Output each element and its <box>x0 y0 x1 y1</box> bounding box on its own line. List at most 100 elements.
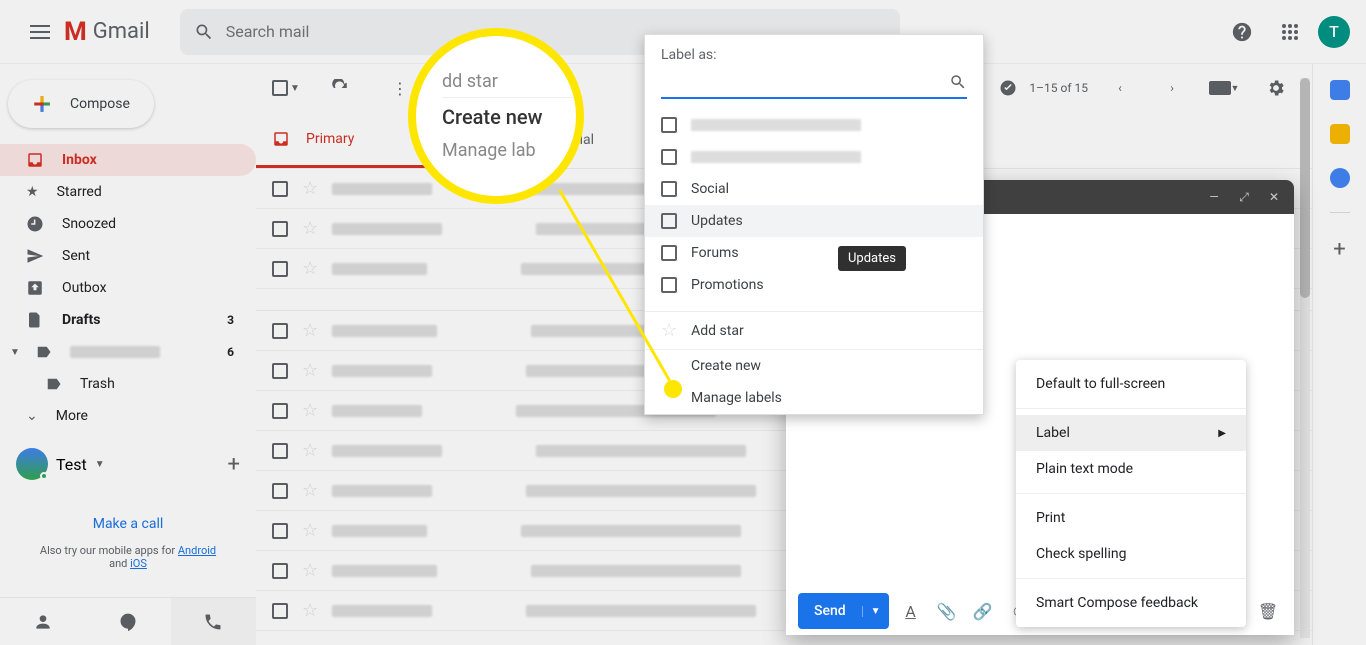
tasks-addon[interactable] <box>1330 168 1350 188</box>
label-search-input[interactable] <box>661 74 949 90</box>
gear-icon <box>1266 78 1286 98</box>
hangouts-tab[interactable] <box>85 598 170 645</box>
tooltip-updates: Updates <box>838 246 906 271</box>
annotation-callout: dd star Create new Manage lab <box>408 28 584 204</box>
sidebar-item-more[interactable]: ⌄ More <box>0 400 256 432</box>
send-button[interactable]: Send ▼ <box>798 593 889 629</box>
label-search[interactable] <box>661 67 967 99</box>
trash-label-icon <box>44 375 62 393</box>
gmail-text: Gmail <box>93 19 150 44</box>
account-avatar[interactable]: T <box>1318 16 1350 48</box>
ctx-spell[interactable]: Check spelling <box>1016 536 1246 572</box>
gmail-logo[interactable]: M Gmail <box>64 17 150 47</box>
side-panel: + <box>1312 64 1366 645</box>
hangouts-icon <box>118 612 138 632</box>
label-option[interactable] <box>645 109 983 141</box>
phone-icon <box>203 612 223 632</box>
minimize-button[interactable]: — <box>1200 190 1228 204</box>
phone-tab[interactable] <box>171 598 256 645</box>
ios-link[interactable]: iOS <box>130 557 147 570</box>
fullscreen-button[interactable]: ⤢ <box>1230 190 1258 205</box>
sidebar-footer <box>0 597 256 645</box>
label-option[interactable] <box>645 141 983 173</box>
send-icon <box>26 247 44 265</box>
sidebar-item-starred[interactable]: ★ Starred <box>0 176 256 208</box>
annotation-dot <box>664 380 682 398</box>
offline-icon <box>999 79 1017 97</box>
file-icon <box>26 311 44 329</box>
star-icon: ★ <box>26 184 39 200</box>
sidebar-item-trash[interactable]: Trash <box>0 368 256 400</box>
label-option-forums[interactable]: Forums <box>645 237 983 269</box>
ctx-smart-compose[interactable]: Smart Compose feedback <box>1016 585 1246 621</box>
search-icon <box>194 22 214 42</box>
sidebar-item-snoozed[interactable]: Snoozed <box>0 208 256 240</box>
star-icon[interactable]: ☆ <box>302 178 318 199</box>
ctx-fullscreen[interactable]: Default to full-screen <box>1016 366 1246 402</box>
sidebar-item-drafts[interactable]: Drafts 3 <box>0 304 256 336</box>
label-as-popup: Label as: Social Updates Forums Promotio… <box>644 34 984 415</box>
refresh-button[interactable] <box>320 68 360 108</box>
mobile-apps-text: Also try our mobile apps for Android and… <box>0 544 256 570</box>
ctx-label[interactable]: Label▶ <box>1016 415 1246 451</box>
expand-icon: ▼ <box>10 347 20 358</box>
android-link[interactable]: Android <box>178 544 216 557</box>
support-button[interactable] <box>1222 12 1262 52</box>
apps-button[interactable] <box>1270 12 1310 52</box>
discard-button[interactable]: 🗑 <box>1254 602 1282 621</box>
label-add-star[interactable]: ☆Add star <box>645 312 983 349</box>
new-conversation-button[interactable]: + <box>228 452 240 477</box>
apps-grid-icon <box>1281 23 1299 41</box>
keep-addon[interactable] <box>1330 124 1350 144</box>
next-page-button[interactable]: › <box>1152 68 1192 108</box>
sidebar: Compose Inbox ★ Starred Snoozed Sent Out… <box>0 64 256 645</box>
make-call-link[interactable]: Make a call <box>0 516 256 532</box>
sidebar-item-label[interactable]: ▼ 6 <box>0 336 256 368</box>
sidebar-item-sent[interactable]: Sent <box>0 240 256 272</box>
ctx-print[interactable]: Print <box>1016 500 1246 536</box>
compose-more-menu: Default to full-screen Label▶ Plain text… <box>1016 360 1246 627</box>
main-menu-button[interactable] <box>16 8 64 56</box>
link-button[interactable]: 🔗 <box>969 602 997 621</box>
close-button[interactable]: ✕ <box>1260 190 1288 204</box>
compose-button[interactable]: Compose <box>8 80 154 128</box>
chevron-down-icon: ⌄ <box>26 408 38 424</box>
sidebar-item-inbox[interactable]: Inbox <box>0 144 256 176</box>
settings-button[interactable] <box>1256 68 1296 108</box>
select-all-checkbox[interactable]: ▼ <box>272 80 300 96</box>
user-avatar-icon <box>16 448 48 480</box>
refresh-icon <box>331 79 349 97</box>
page-indicator: 1–15 of 15 <box>1029 81 1088 95</box>
label-option-promotions[interactable]: Promotions <box>645 269 983 301</box>
person-icon <box>33 612 53 632</box>
hamburger-icon <box>30 25 50 39</box>
clock-icon <box>26 215 44 233</box>
label-option-social[interactable]: Social <box>645 173 983 205</box>
compose-plus-icon <box>28 90 56 118</box>
keyboard-icon <box>1209 81 1231 95</box>
chevron-right-icon: ▶ <box>1218 428 1226 439</box>
label-popup-title: Label as: <box>645 35 983 67</box>
input-tools-button[interactable]: ▼ <box>1204 68 1244 108</box>
attach-button[interactable]: 📎 <box>933 602 961 621</box>
more-vert-icon: ⋮ <box>392 79 408 98</box>
label-manage[interactable]: Manage labels <box>645 382 983 414</box>
get-addons-button[interactable]: + <box>1333 237 1345 262</box>
label-option-updates[interactable]: Updates <box>645 205 983 237</box>
contacts-tab[interactable] <box>0 598 85 645</box>
search-icon <box>949 73 967 91</box>
scrollbar[interactable] <box>1300 78 1310 638</box>
outbox-icon <box>26 279 44 297</box>
sidebar-item-outbox[interactable]: Outbox <box>0 272 256 304</box>
prev-page-button[interactable]: ‹ <box>1100 68 1140 108</box>
star-icon: ☆ <box>661 320 677 341</box>
hangouts-user[interactable]: Test ▼ + <box>0 440 256 488</box>
formatting-button[interactable]: A <box>897 602 925 621</box>
send-options-arrow[interactable]: ▼ <box>862 606 889 617</box>
gmail-m-icon: M <box>64 17 87 47</box>
ctx-plaintext[interactable]: Plain text mode <box>1016 451 1246 487</box>
label-create-new[interactable]: Create new <box>645 350 983 382</box>
primary-icon <box>272 130 290 148</box>
calendar-addon[interactable] <box>1330 80 1350 100</box>
help-icon <box>1231 21 1253 43</box>
